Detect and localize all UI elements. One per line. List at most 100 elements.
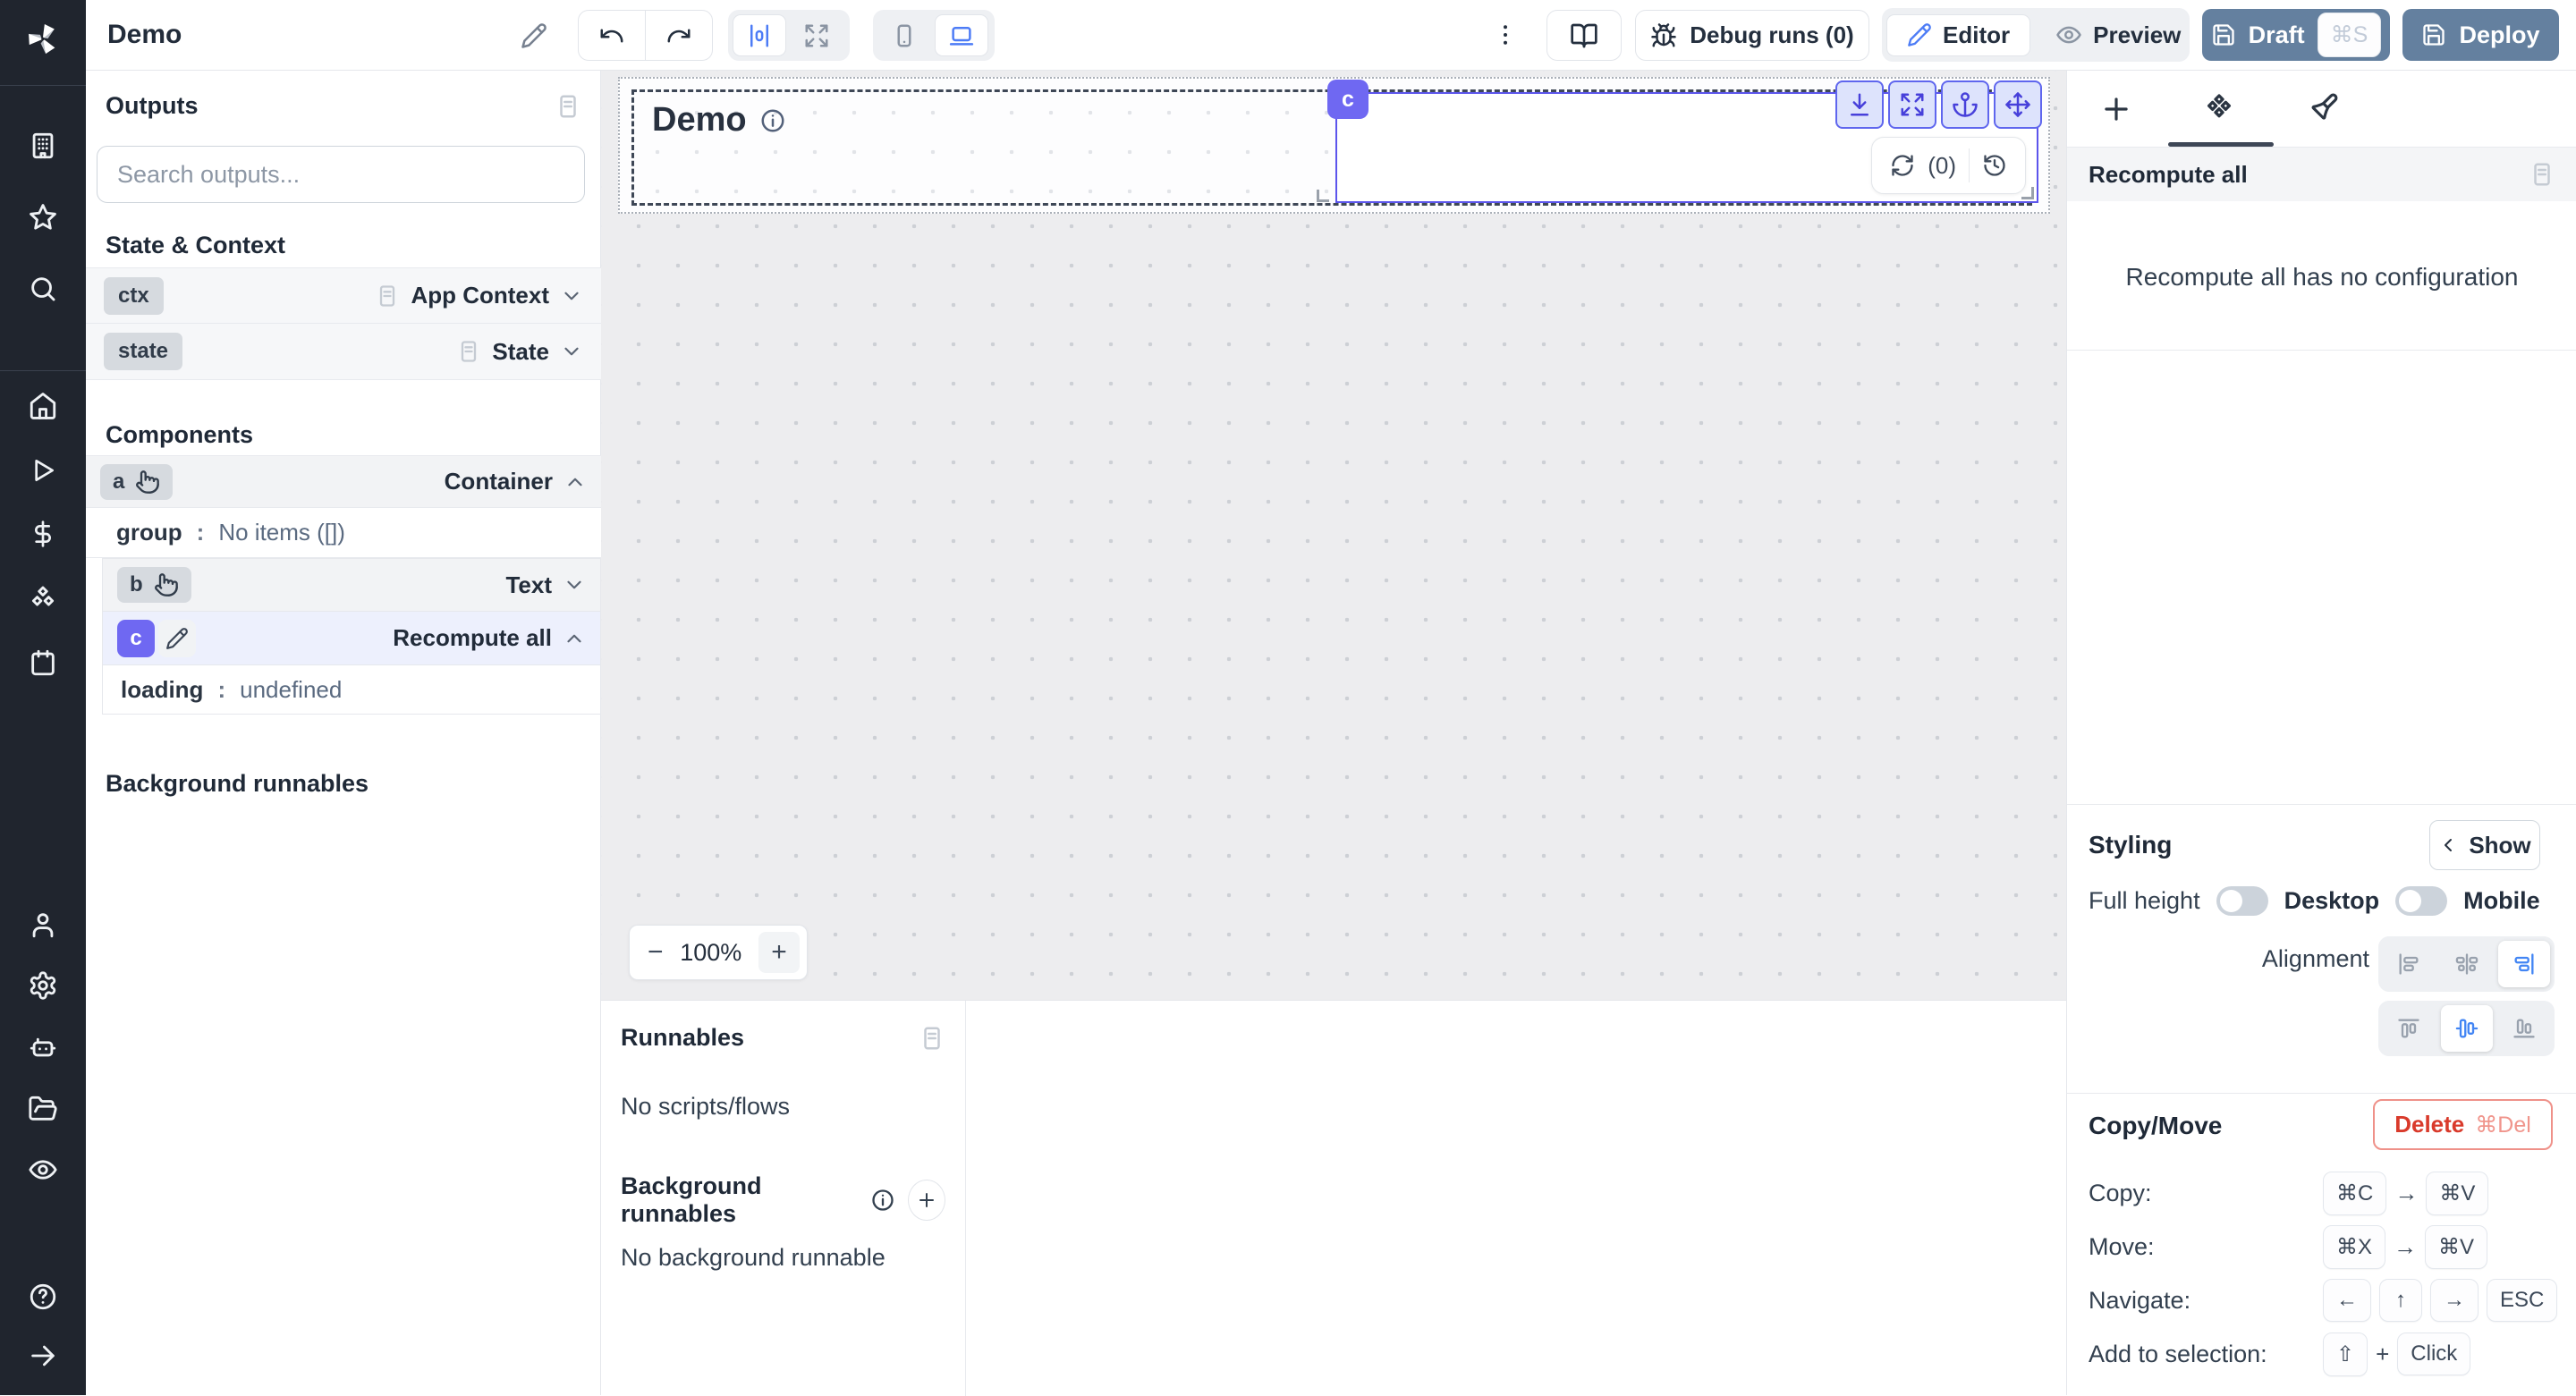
show-styling-button[interactable]: Show: [2429, 820, 2540, 870]
copy-move-title: Copy/Move: [2089, 1112, 2222, 1140]
chevron-down-icon[interactable]: [563, 573, 586, 596]
more-menu-icon[interactable]: [1492, 21, 1519, 53]
edit-title-pencil-icon[interactable]: [521, 22, 547, 49]
info-icon[interactable]: [759, 107, 786, 134]
centered-layout-button[interactable]: [733, 14, 786, 56]
zoom-in-button[interactable]: +: [758, 932, 800, 973]
edit-id-pencil-icon[interactable]: [158, 620, 196, 657]
kbd-arrow-right: →: [2430, 1279, 2479, 1322]
help-icon[interactable]: [28, 1282, 58, 1312]
zoom-out-button[interactable]: −: [648, 937, 664, 968]
settings-gear-icon[interactable]: [28, 970, 58, 1001]
chevron-down-icon[interactable]: [560, 340, 583, 363]
runs-play-icon[interactable]: [29, 456, 57, 485]
topbar: Demo Debug runs (0): [86, 0, 2576, 71]
outputs-title: Outputs: [106, 92, 198, 120]
desktop-view-button[interactable]: [935, 14, 988, 56]
collapse-arrow-right-icon[interactable]: [28, 1341, 58, 1371]
full-width-expand-button[interactable]: [790, 14, 843, 56]
group-value: No items ([]): [218, 519, 345, 546]
kbd-cmd-v: ⌘V: [2426, 1172, 2488, 1215]
anchor-button[interactable]: [1941, 80, 1989, 129]
windmill-logo-icon[interactable]: [23, 20, 63, 63]
delete-button[interactable]: Delete ⌘Del: [2373, 1099, 2553, 1150]
search-icon[interactable]: [28, 274, 58, 304]
group-property-row[interactable]: group : No items ([]): [86, 508, 601, 558]
refresh-icon[interactable]: [1890, 153, 1915, 178]
schedules-calendar-icon[interactable]: [28, 647, 58, 678]
sidebar-divider: [0, 85, 86, 86]
user-icon[interactable]: [28, 910, 58, 940]
insert-component-tab[interactable]: [2099, 92, 2133, 126]
draft-button[interactable]: Draft ⌘S: [2202, 9, 2390, 61]
loading-property-row[interactable]: loading : undefined: [103, 665, 600, 714]
canvas-app-title[interactable]: Demo: [652, 101, 786, 140]
align-center-vertical-button[interactable]: [2441, 1005, 2493, 1052]
navigate-shortcut-row: Navigate: ← ↑ → ESC: [2067, 1273, 2576, 1327]
runnables-doc-icon[interactable]: [919, 1025, 945, 1052]
folder-open-icon[interactable]: [28, 1094, 58, 1124]
chevron-down-icon[interactable]: [560, 284, 583, 308]
align-top-button[interactable]: [2383, 1005, 2435, 1052]
ctx-row[interactable]: ctx App Context: [86, 267, 601, 324]
redo-button[interactable]: [646, 22, 712, 49]
desktop-mobile-toggle[interactable]: [2395, 886, 2447, 916]
fullscreen-button[interactable]: [1888, 80, 1936, 129]
debug-runs-button[interactable]: Debug runs (0): [1635, 10, 1869, 61]
background-runnables-header: Background runnables: [106, 770, 369, 798]
component-b-badge[interactable]: b: [117, 567, 191, 603]
kbd-arrow-left: ←: [2323, 1279, 2371, 1322]
favorites-star-icon[interactable]: [28, 202, 58, 233]
preview-tab[interactable]: Preview: [2034, 14, 2202, 56]
mobile-view-button[interactable]: [877, 14, 931, 56]
align-right-button[interactable]: [2498, 941, 2550, 987]
search-outputs-input[interactable]: [97, 146, 585, 203]
resources-boxes-icon[interactable]: [28, 583, 58, 613]
expand-down-button[interactable]: [1835, 80, 1884, 129]
home-icon[interactable]: [28, 391, 58, 421]
hand-pointer-icon: [154, 572, 179, 597]
full-height-label: Full height: [2089, 887, 2200, 915]
add-background-runnable-button[interactable]: [908, 1180, 945, 1221]
variables-dollar-icon[interactable]: [29, 520, 57, 548]
align-left-button[interactable]: [2383, 941, 2435, 987]
state-row[interactable]: state State: [86, 324, 601, 380]
styling-brush-tab[interactable]: [2305, 92, 2339, 126]
undo-button[interactable]: [579, 11, 646, 60]
docs-book-button[interactable]: [1546, 10, 1622, 61]
zoom-level: 100%: [680, 939, 741, 967]
component-c-badge[interactable]: c: [117, 620, 155, 657]
component-doc-icon[interactable]: [2529, 161, 2555, 188]
colon: :: [197, 519, 205, 546]
full-height-toggle[interactable]: [2216, 886, 2268, 916]
selected-component-c[interactable]: c (0): [1335, 92, 2038, 203]
ai-robot-icon[interactable]: [28, 1031, 58, 1062]
deploy-button[interactable]: Deploy: [2402, 9, 2559, 61]
component-settings-tab[interactable]: [2201, 91, 2237, 127]
chevron-up-icon[interactable]: [563, 627, 586, 650]
component-c-row-selected[interactable]: c Recompute all: [103, 612, 600, 665]
zoom-control: − 100% +: [629, 925, 808, 980]
app-canvas[interactable]: Demo c (0): [601, 71, 2066, 1000]
component-b-row[interactable]: b Text: [103, 559, 600, 612]
move-button[interactable]: [1994, 80, 2042, 129]
component-a-row[interactable]: a Container: [86, 455, 601, 508]
outputs-panel-doc-icon[interactable]: [555, 93, 581, 120]
chevron-up-icon[interactable]: [564, 470, 587, 494]
mobile-label: Mobile: [2463, 887, 2540, 915]
resize-corner-left[interactable]: [1317, 190, 1329, 202]
resize-corner-right[interactable]: [2021, 187, 2034, 199]
alignment-label: Alignment: [2067, 945, 2369, 973]
component-a-badge[interactable]: a: [100, 464, 173, 500]
editor-tab[interactable]: Editor: [1886, 14, 2030, 56]
history-icon[interactable]: [1982, 153, 2007, 178]
doc-icon: [375, 283, 400, 309]
undo-redo-group: [578, 10, 713, 61]
workspace-building-icon[interactable]: [28, 131, 58, 161]
align-bottom-button[interactable]: [2498, 1005, 2550, 1052]
eye-icon[interactable]: [28, 1155, 58, 1185]
ctx-badge: ctx: [104, 277, 164, 315]
component-c-canvas-badge[interactable]: c: [1327, 80, 1368, 119]
align-center-horizontal-button[interactable]: [2441, 941, 2493, 987]
canvas-title-text: Demo: [652, 101, 747, 140]
